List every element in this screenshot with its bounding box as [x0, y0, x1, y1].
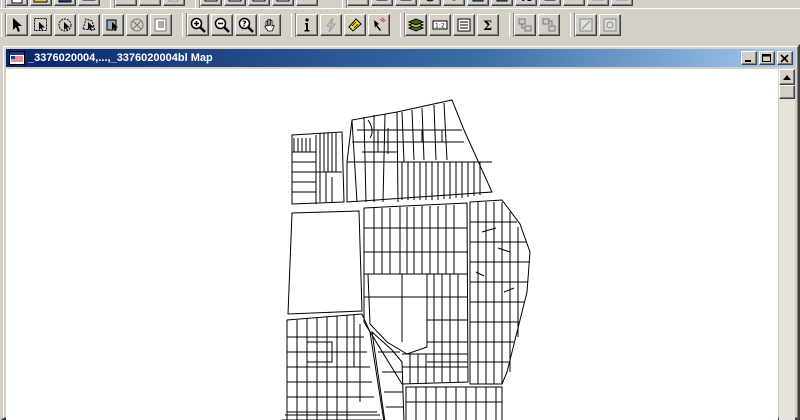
map-window-titlebar[interactable]: _3376020004,...,_3376020004bl Map	[6, 49, 795, 67]
parcel-block	[287, 210, 363, 315]
layer-control-icon[interactable]	[405, 13, 427, 36]
polygon-select-icon[interactable]	[78, 13, 100, 36]
map-window-icon	[9, 51, 25, 65]
clip-region-icon[interactable]	[575, 13, 597, 36]
paste-icon[interactable]	[163, 0, 185, 6]
label-tool-icon[interactable]	[344, 13, 366, 36]
parcel-map-layer	[282, 99, 531, 420]
line-style-icon[interactable]	[563, 0, 585, 6]
arrow-select-icon[interactable]	[6, 13, 28, 36]
cut-icon[interactable]	[115, 0, 137, 6]
marquee-select-icon[interactable]	[30, 13, 52, 36]
graph-icon[interactable]	[491, 0, 513, 6]
map-canvas[interactable]	[6, 69, 778, 420]
unselect-all-icon[interactable]	[126, 13, 148, 36]
text-icon[interactable]: A	[515, 0, 537, 6]
maximize-button[interactable]	[759, 51, 775, 65]
zoom-out-icon[interactable]	[211, 13, 233, 36]
selection-tools	[0, 11, 175, 39]
sum-icon[interactable]: Σ	[477, 13, 499, 36]
svg-text:Σ: Σ	[483, 19, 492, 33]
parcel-block	[286, 313, 385, 420]
mapinfo-application: A ? 1	[0, 0, 800, 420]
grabber-hand-icon[interactable]	[259, 13, 281, 36]
drag-map-icon[interactable]	[368, 13, 390, 36]
scroll-up-button[interactable]	[779, 69, 795, 85]
close-icon	[780, 53, 789, 63]
redistrict-icon[interactable]	[443, 0, 465, 6]
parcel-block	[291, 131, 345, 205]
set-clip-icon[interactable]	[599, 13, 621, 36]
vertical-scrollbar[interactable]	[779, 69, 795, 420]
map-legend-icon[interactable]	[538, 13, 560, 36]
print-icon[interactable]	[78, 0, 100, 6]
maximize-icon	[762, 53, 771, 62]
main-toolbar: ? 1:2 Σ	[0, 8, 800, 40]
parcel-block	[469, 199, 531, 385]
create-thematic-icon[interactable]	[514, 13, 536, 36]
globe-icon[interactable]	[419, 0, 441, 6]
ruler-icon[interactable]: 1:2	[429, 13, 451, 36]
new-mapper-icon[interactable]	[224, 0, 246, 6]
map-window-title: _3376020004,...,_3376020004bl Map	[28, 52, 213, 64]
region-style-icon[interactable]	[587, 0, 609, 6]
change-view-icon[interactable]: ?	[235, 13, 257, 36]
parcel-block	[346, 99, 493, 203]
minimize-button[interactable]	[741, 51, 757, 65]
zoom-in-icon[interactable]	[187, 13, 209, 36]
new-browser-icon[interactable]	[200, 0, 222, 6]
minimize-icon	[745, 59, 751, 62]
boundary-select-icon[interactable]	[102, 13, 124, 36]
scroll-thumb[interactable]	[779, 85, 795, 99]
hotlink-icon[interactable]	[320, 13, 342, 36]
analysis-tools	[290, 11, 393, 39]
help-icon[interactable]	[296, 0, 318, 6]
svg-text:1:2: 1:2	[435, 22, 445, 29]
statistics-icon[interactable]	[453, 13, 475, 36]
frame-icon[interactable]	[539, 0, 561, 6]
radius-select-icon[interactable]	[54, 13, 76, 36]
legend-icon[interactable]	[467, 0, 489, 6]
scroll-up-arrow-icon	[783, 74, 791, 80]
close-button[interactable]	[777, 51, 793, 65]
navigation-tools: ?	[181, 11, 284, 39]
info-tool-icon[interactable]	[296, 13, 318, 36]
new-graph-icon[interactable]	[248, 0, 270, 6]
misc-tools	[508, 11, 563, 39]
open-icon[interactable]	[30, 0, 52, 6]
window-caption-buttons	[739, 51, 793, 65]
svg-text:?: ?	[242, 19, 247, 28]
query-icon[interactable]	[347, 0, 369, 6]
standard-toolbar: A	[0, 0, 800, 8]
copy-icon[interactable]	[139, 0, 161, 6]
table-icon[interactable]	[395, 0, 417, 6]
new-layout-icon[interactable]	[272, 0, 294, 6]
invert-selection-icon[interactable]	[150, 13, 172, 36]
svg-text:A: A	[521, 0, 532, 4]
new-icon[interactable]	[6, 0, 28, 6]
parcel-block	[363, 202, 469, 385]
clip-tools	[569, 11, 624, 39]
layer-tools: 1:2 Σ	[399, 11, 502, 39]
sql-icon[interactable]	[371, 0, 393, 6]
map-window[interactable]: _3376020004,...,_3376020004bl Map	[1, 44, 800, 420]
symbol-style-icon[interactable]	[611, 0, 633, 6]
save-icon[interactable]	[54, 0, 76, 6]
